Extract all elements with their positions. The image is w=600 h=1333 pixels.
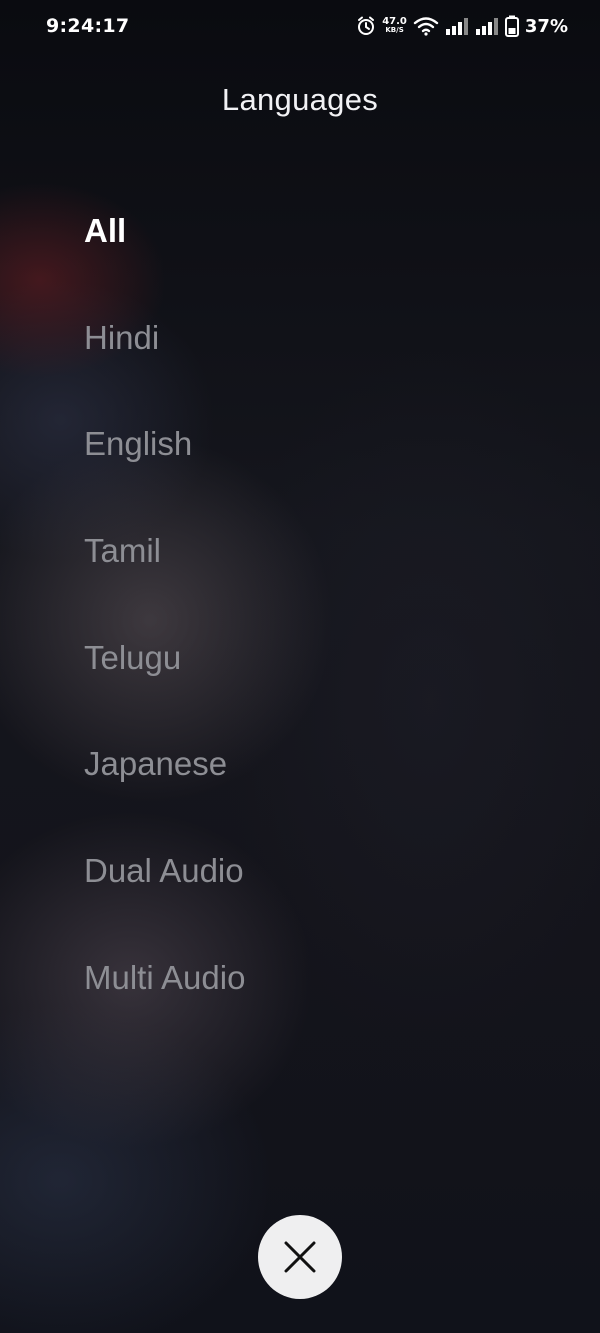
language-item-label: All [84, 212, 127, 249]
network-speed: 47.0 KB/S [382, 17, 407, 35]
signal-icon [475, 17, 499, 35]
language-list: All Hindi English Tamil Telugu Japanese … [84, 200, 245, 1054]
language-item-label: Japanese [84, 745, 228, 783]
language-item-label: Telugu [84, 638, 182, 676]
language-item-japanese[interactable]: Japanese [84, 733, 245, 840]
language-item-dual-audio[interactable]: Dual Audio [84, 840, 245, 947]
close-button[interactable] [258, 1215, 342, 1299]
language-item-all[interactable]: All [84, 200, 245, 307]
page-title: Languages [221, 82, 379, 117]
language-item-telugu[interactable]: Telugu [84, 627, 245, 734]
close-icon [283, 1240, 317, 1274]
language-item-label: Multi Audio [84, 958, 246, 996]
network-speed-unit: KB/S [385, 26, 404, 34]
network-speed-value: 47.0 [382, 16, 407, 27]
status-icons: 47.0 KB/S 37% [356, 15, 568, 37]
language-item-label: Dual Audio [84, 852, 244, 890]
status-time: 9:24:17 [46, 15, 130, 37]
language-item-english[interactable]: English [84, 413, 245, 520]
signal-icon [445, 17, 469, 35]
language-item-label: English [84, 425, 193, 463]
language-item-label: Tamil [84, 532, 162, 570]
language-item-label: Hindi [84, 318, 160, 356]
wifi-icon [413, 16, 439, 36]
language-item-hindi[interactable]: Hindi [84, 307, 245, 414]
language-item-multi-audio[interactable]: Multi Audio [84, 947, 245, 1054]
status-bar: 9:24:17 47.0 KB/S 37% [0, 0, 600, 52]
alarm-icon [356, 16, 376, 36]
battery-icon [504, 15, 519, 37]
language-item-tamil[interactable]: Tamil [84, 520, 245, 627]
battery-percent: 37% [524, 15, 568, 37]
